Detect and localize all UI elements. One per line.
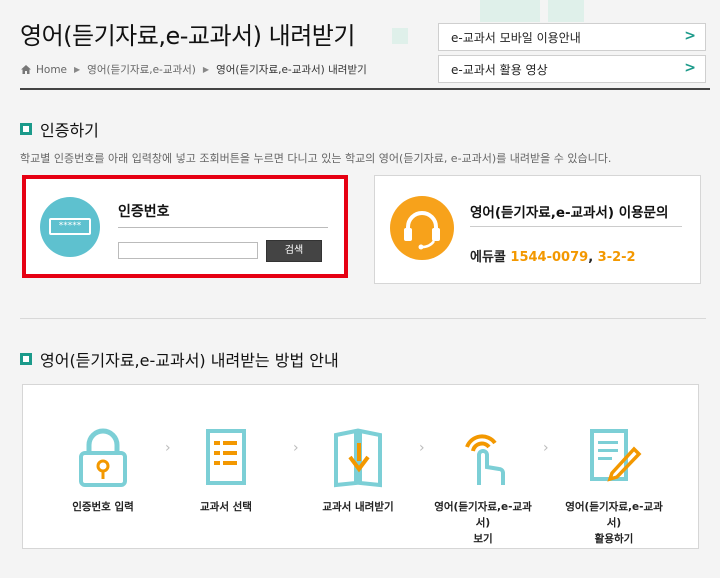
auth-code-label: 인증번호: [118, 204, 170, 220]
chevron-right-icon: >: [684, 28, 696, 44]
auth-description: 학교별 인증번호를 아래 입력창에 넣고 조회버튼을 누르면 다니고 있는 학교…: [20, 152, 612, 165]
auth-code-input[interactable]: [118, 242, 258, 259]
quick-link-label: e-교과서 활용 영상: [451, 62, 548, 77]
step-label-line2: 보기: [473, 533, 493, 545]
step-enter-code: 인증번호 입력: [48, 425, 158, 515]
inquiry-panel: 영어(듣기자료,e-교과서) 이용문의 에듀콜 1544-0079, 3-2-2: [374, 175, 701, 284]
breadcrumb-current: 영어(듣기자료,e-교과서) 내려받기: [216, 64, 367, 76]
chevron-right-icon: >: [684, 60, 696, 76]
step-label: 교과서 선택: [200, 501, 252, 513]
inquiry-comma: ,: [588, 250, 594, 265]
auth-section-title-text: 인증하기: [40, 121, 99, 140]
step-label-line2: 활용하기: [594, 533, 634, 545]
breadcrumb-home[interactable]: Home: [36, 64, 67, 76]
breadcrumb: Home ▶ 영어(듣기자료,e-교과서) ▶ 영어(듣기자료,e-교과서) 내…: [20, 62, 367, 77]
step-use: 영어(듣기자료,e-교과서) 활용하기: [559, 425, 669, 547]
header-decoration: [392, 28, 408, 44]
search-button[interactable]: 검색: [266, 240, 322, 262]
breadcrumb-english[interactable]: 영어(듣기자료,e-교과서): [87, 62, 196, 77]
inquiry-title: 영어(듣기자료,e-교과서) 이용문의: [470, 205, 669, 221]
step-download-book: 교과서 내려받기: [303, 425, 413, 515]
guide-steps-panel: 인증번호 입력 › 교과서 선택 › 교과서 내려받기 › 영어(듣기자료,e-…: [22, 384, 699, 549]
chevron-right-icon: ▶: [74, 65, 81, 74]
home-icon: [21, 65, 31, 74]
section-divider: [20, 318, 706, 319]
chevron-right-icon: ›: [419, 440, 425, 456]
guide-section-title-text: 영어(듣기자료,e-교과서) 내려받는 방법 안내: [40, 351, 339, 370]
password-icon: *****: [40, 197, 100, 257]
section-marker-icon: [20, 353, 32, 365]
quick-link-mobile-guide[interactable]: e-교과서 모바일 이용안내 >: [438, 23, 706, 51]
step-label: 영어(듣기자료,e-교과서): [565, 501, 663, 529]
step-select-book: 교과서 선택: [171, 425, 281, 515]
headset-icon: [390, 196, 454, 260]
chevron-right-icon: ›: [165, 440, 171, 456]
chevron-right-icon: ▶: [202, 65, 210, 74]
inquiry-phone: 1544-0079: [510, 250, 589, 265]
chevron-right-icon: ›: [293, 440, 299, 456]
chevron-right-icon: ›: [543, 440, 549, 456]
inquiry-extension: 3-2-2: [597, 250, 636, 265]
step-label: 영어(듣기자료,e-교과서): [434, 501, 532, 529]
section-marker-icon: [20, 123, 32, 135]
lock-icon: [79, 428, 127, 487]
header-decoration: [480, 0, 540, 22]
guide-section-title: 영어(듣기자료,e-교과서) 내려받는 방법 안내: [20, 347, 339, 371]
document-list-icon: [206, 429, 246, 485]
header-divider: [20, 88, 710, 90]
page-title: 영어(듣기자료,e-교과서) 내려받기: [20, 22, 355, 50]
quick-link-video[interactable]: e-교과서 활용 영상 >: [438, 55, 706, 83]
auth-panel: ***** 인증번호 검색: [22, 175, 348, 278]
auth-divider: [118, 227, 328, 228]
inquiry-contact: 에듀콜 1544-0079, 3-2-2: [470, 246, 636, 265]
auth-section-title: 인증하기: [20, 117, 99, 141]
quick-link-label: e-교과서 모바일 이용안내: [451, 30, 581, 45]
inquiry-org: 에듀콜: [470, 250, 506, 265]
step-view: 영어(듣기자료,e-교과서) 보기: [428, 425, 538, 547]
inquiry-divider: [470, 226, 682, 227]
header-decoration: [548, 0, 584, 22]
touch-hand-icon: [465, 434, 505, 485]
step-label: 교과서 내려받기: [322, 501, 394, 513]
password-mask: *****: [49, 218, 91, 235]
step-label: 인증번호 입력: [72, 501, 134, 513]
download-book-icon: [334, 428, 382, 488]
edit-document-icon: [590, 429, 642, 482]
